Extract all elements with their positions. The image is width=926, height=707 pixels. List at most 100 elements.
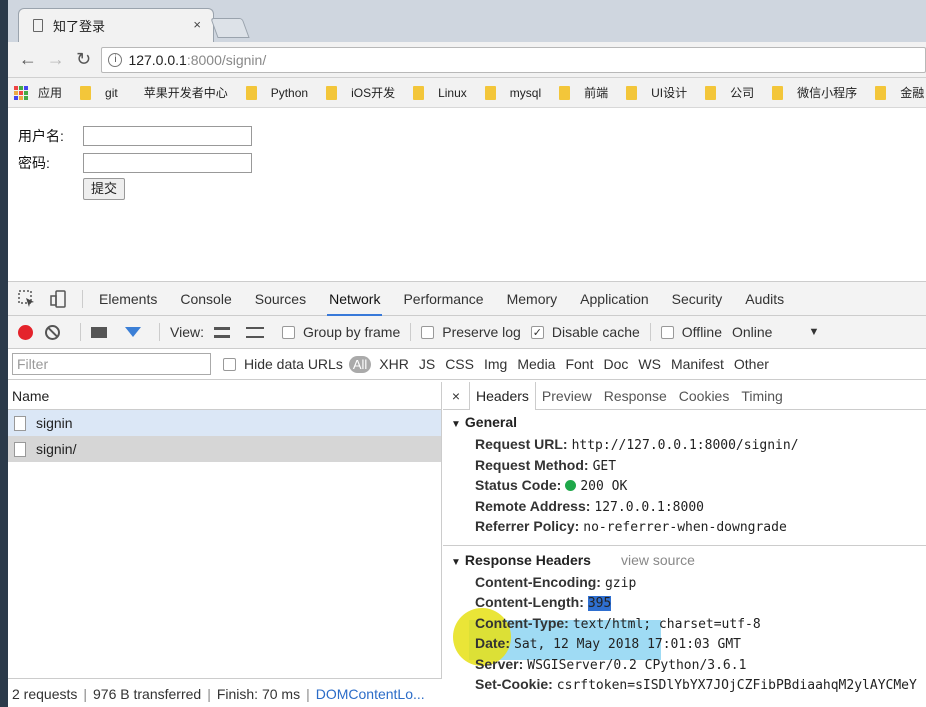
filter-funnel-icon[interactable] [125,327,141,337]
header-value: no-referrer-when-downgrade [583,520,787,535]
close-tab-icon[interactable]: × [193,17,201,32]
tab-console[interactable]: Console [180,282,231,316]
tab-sources[interactable]: Sources [255,282,306,316]
filter-ws[interactable]: WS [638,356,661,372]
offline-checkbox[interactable] [660,325,674,339]
inspect-element-icon[interactable] [18,289,36,308]
filter-js[interactable]: JS [419,356,435,372]
browser-window: 知了登录 × ← → ↻ i 127.0.0.1:8000/signin/ 应用… [8,0,926,707]
header-row: Status Code: 200 OK [451,475,926,496]
browser-tab[interactable]: 知了登录 × [18,8,214,42]
preserve-log-checkbox[interactable] [421,325,435,339]
back-arrow-icon[interactable]: ← [14,49,42,70]
large-rows-icon[interactable] [213,326,230,338]
bookmark-git[interactable]: git [80,85,118,100]
filter-img[interactable]: Img [484,356,507,372]
divider [159,323,160,341]
bookmark-ui-design[interactable]: UI设计 [626,84,687,101]
name-column-header[interactable]: Name [8,382,441,410]
filter-css[interactable]: CSS [445,356,474,372]
tab-elements[interactable]: Elements [99,282,157,316]
device-toolbar-icon[interactable] [50,289,68,308]
disable-cache-checkbox[interactable]: ✓ [530,325,544,339]
tab-preview[interactable]: Preview [536,382,598,410]
request-name: signin [36,415,73,431]
document-icon [14,415,26,431]
header-key: Remote Address: [475,497,591,514]
record-icon[interactable] [18,324,33,340]
divider [443,544,926,546]
bookmark-linux[interactable]: Linux [413,85,467,100]
header-value: 127.0.0.1:8000 [594,499,704,515]
filter-all[interactable]: All [348,355,372,373]
username-input[interactable] [83,125,252,146]
expand-triangle-icon: ▼ [451,419,461,430]
submit-button[interactable]: 提交 [83,178,125,200]
header-key: Request URL: [475,436,568,452]
hide-data-urls-checkbox[interactable] [223,357,236,371]
filter-font[interactable]: Font [565,356,593,372]
bookmark-mysql[interactable]: mysql [484,85,541,100]
requests-list: Name signin signin/ 2 requests | 976 B tr… [8,382,442,707]
tab-performance[interactable]: Performance [403,282,483,316]
response-headers-header[interactable]: ▼ Response Headers view source [451,548,926,572]
group-by-frame-checkbox[interactable] [281,325,295,339]
tab-application[interactable]: Application [580,282,649,316]
new-tab-button[interactable] [210,18,250,38]
tab-timing[interactable]: Timing [735,382,789,410]
throttle-select[interactable]: Online [732,324,772,340]
tab-audits[interactable]: Audits [745,282,784,316]
username-row: 用户名: [18,122,926,149]
filter-doc[interactable]: Doc [603,356,628,372]
tab-headers[interactable]: Headers [469,382,536,410]
screenshot-camera-icon[interactable] [91,326,107,338]
url-host: 127.0.0.1 [128,51,187,68]
close-details-icon[interactable]: × [443,388,469,404]
bookmarks-bar: 应用 git 苹果开发者中心 Python iOS开发 Linux mysql … [8,78,926,108]
general-section-header[interactable]: ▼ General [451,410,926,434]
folder-icon [559,85,571,100]
filter-manifest[interactable]: Manifest [671,356,724,372]
reload-icon[interactable]: ↻ [70,49,98,70]
folder-icon [484,85,496,100]
bookmark-label: 前端 [584,86,609,100]
header-key: Server: [475,655,524,672]
header-value: csrftoken=sISDlYbYX7JOjCZFibPBdiaahqM2yl… [556,678,917,693]
bookmark-python[interactable]: Python [245,85,308,100]
finish-time: Finish: 70 ms [216,685,301,702]
tab-network[interactable]: Network [327,282,383,316]
forward-arrow-icon[interactable]: → [42,49,70,70]
clear-icon[interactable] [45,324,60,340]
bookmark-wechat-miniprogram[interactable]: 微信小程序 [772,84,857,101]
request-details: × Headers Preview Response Cookies Timin… [443,382,926,707]
password-input[interactable] [83,152,252,173]
filter-other[interactable]: Other [734,356,769,372]
dropdown-caret-icon[interactable]: ▼ [808,326,819,338]
folder-icon [413,85,425,100]
bookmark-company[interactable]: 公司 [705,84,754,101]
address-bar[interactable]: i 127.0.0.1:8000/signin/ [101,46,926,73]
filter-input[interactable]: Filter [12,353,211,375]
tab-response[interactable]: Response [598,382,673,410]
info-icon[interactable]: i [108,52,123,67]
tab-memory[interactable]: Memory [507,282,558,316]
view-source-link[interactable]: view source [621,552,695,568]
preserve-log-label: Preserve log [442,324,521,340]
expand-triangle-icon: ▼ [451,556,461,568]
network-toolbar: View: Group by frame Preserve log ✓ Disa… [8,316,926,349]
tab-cookies[interactable]: Cookies [673,382,736,410]
request-row[interactable]: signin/ [8,436,441,462]
bookmark-apple-developer[interactable]: 苹果开发者中心 [136,84,228,101]
bookmark-finance[interactable]: 金融 [875,84,924,101]
filter-media[interactable]: Media [517,356,555,372]
tab-security[interactable]: Security [672,282,723,316]
header-value: gzip [604,575,637,591]
bookmark-apps[interactable]: 应用 [14,84,62,101]
overview-icon[interactable] [245,326,264,338]
bookmark-label: iOS开发 [351,86,396,100]
request-row[interactable]: signin [8,410,441,436]
bookmark-frontend[interactable]: 前端 [559,84,608,101]
header-row: Remote Address: 127.0.0.1:8000 [451,496,926,517]
filter-xhr[interactable]: XHR [379,356,409,372]
bookmark-ios[interactable]: iOS开发 [326,84,395,101]
